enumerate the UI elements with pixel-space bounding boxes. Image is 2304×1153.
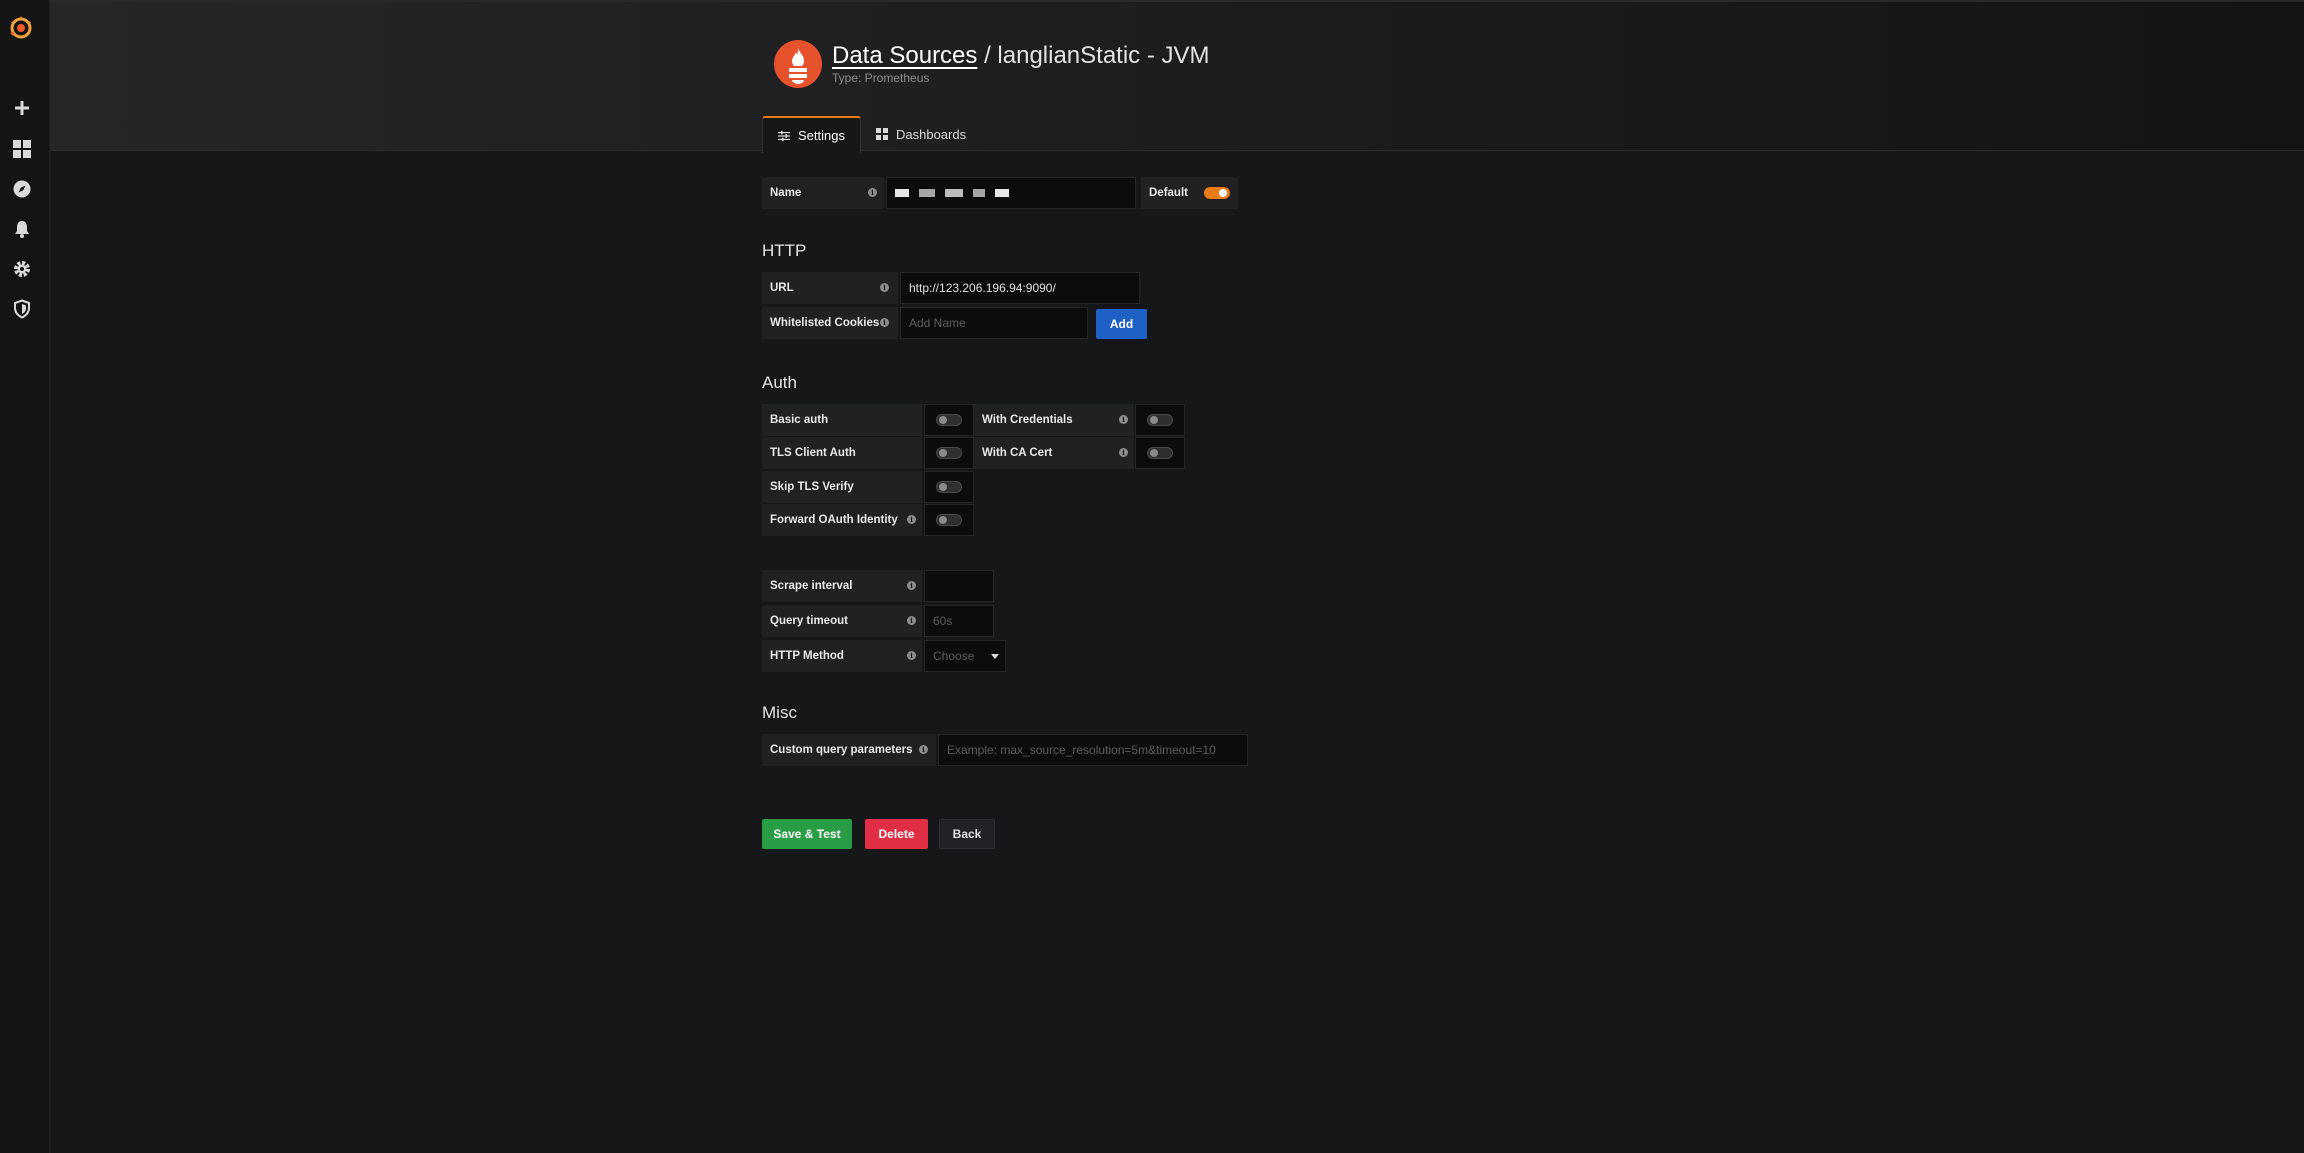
custom-query-parameters-label: Custom query parameters bbox=[762, 734, 936, 766]
info-icon[interactable]: i bbox=[907, 581, 916, 590]
basic-auth-toggle[interactable] bbox=[924, 404, 974, 436]
breadcrumb-data-sources[interactable]: Data Sources bbox=[832, 42, 977, 69]
info-icon[interactable]: i bbox=[880, 318, 889, 327]
skip-tls-verify-label: Skip TLS Verify bbox=[762, 471, 922, 503]
explore-icon[interactable] bbox=[10, 177, 34, 201]
add-cookie-button[interactable]: Add bbox=[1096, 309, 1147, 339]
tab-settings[interactable]: Settings bbox=[762, 116, 861, 153]
sidebar bbox=[0, 0, 50, 1153]
url-label: URL bbox=[762, 272, 898, 304]
default-switch[interactable] bbox=[1204, 187, 1230, 199]
tab-dashboards-label: Dashboards bbox=[895, 126, 967, 142]
misc-section-title: Misc bbox=[762, 703, 797, 722]
basic-auth-label: Basic auth bbox=[762, 404, 922, 436]
tls-client-auth-label: TLS Client Auth bbox=[762, 437, 922, 469]
dashboards-icon[interactable] bbox=[10, 137, 34, 161]
whitelisted-cookies-label: Whitelisted Cookies bbox=[762, 307, 898, 339]
tab-settings-label: Settings bbox=[798, 128, 845, 143]
bell-icon[interactable] bbox=[10, 217, 34, 241]
plus-icon[interactable] bbox=[10, 96, 34, 120]
page-title: Data Sources / langlianStatic - JVM bbox=[832, 42, 1210, 70]
skip-tls-verify-switch[interactable] bbox=[936, 481, 962, 493]
name-input[interactable] bbox=[886, 177, 1136, 209]
auth-section-title: Auth bbox=[762, 373, 797, 392]
scrape-interval-input[interactable] bbox=[924, 570, 994, 602]
info-icon[interactable]: i bbox=[880, 283, 889, 292]
skip-tls-verify-toggle[interactable] bbox=[924, 471, 974, 503]
save-and-test-button[interactable]: Save & Test bbox=[762, 819, 852, 849]
back-button[interactable]: Back bbox=[939, 819, 995, 849]
grid-icon bbox=[875, 128, 888, 140]
tls-client-auth-switch[interactable] bbox=[936, 447, 962, 459]
prometheus-logo-icon bbox=[774, 40, 822, 88]
info-icon[interactable]: i bbox=[907, 515, 916, 524]
cookie-name-input[interactable]: Add Name bbox=[900, 307, 1088, 339]
datasource-type: Type: Prometheus bbox=[832, 71, 930, 85]
url-input[interactable]: http://123.206.196.94:9090/ bbox=[900, 272, 1140, 304]
forward-oauth-label: Forward OAuth Identity bbox=[762, 504, 922, 536]
with-ca-cert-switch[interactable] bbox=[1147, 447, 1173, 459]
tls-client-auth-toggle[interactable] bbox=[924, 437, 974, 469]
http-section-title: HTTP bbox=[762, 241, 807, 260]
name-label: Name bbox=[762, 177, 884, 209]
info-icon[interactable]: i bbox=[868, 188, 877, 197]
info-icon[interactable]: i bbox=[1119, 415, 1128, 424]
sliders-icon bbox=[778, 130, 790, 141]
with-ca-cert-label: With CA Cert bbox=[974, 437, 1134, 469]
basic-auth-switch[interactable] bbox=[936, 414, 962, 426]
query-timeout-label: Query timeout bbox=[762, 605, 922, 637]
info-icon[interactable]: i bbox=[907, 651, 916, 660]
query-timeout-input[interactable]: 60s bbox=[924, 605, 994, 637]
info-icon[interactable]: i bbox=[907, 616, 916, 625]
tab-bar: Settings Dashboards bbox=[762, 116, 981, 153]
forward-oauth-toggle[interactable] bbox=[924, 504, 974, 536]
page-header bbox=[50, 0, 2304, 151]
chevron-down-icon bbox=[991, 654, 999, 659]
default-label: Default bbox=[1141, 177, 1200, 209]
default-toggle[interactable] bbox=[1196, 177, 1238, 209]
custom-query-parameters-input[interactable]: Example: max_source_resolution=5m&timeou… bbox=[938, 734, 1248, 766]
forward-oauth-switch[interactable] bbox=[936, 514, 962, 526]
shield-icon[interactable] bbox=[10, 297, 34, 321]
http-method-label: HTTP Method bbox=[762, 640, 922, 672]
tab-dashboards[interactable]: Dashboards bbox=[861, 116, 981, 152]
gear-icon[interactable] bbox=[10, 257, 34, 281]
scrape-interval-label: Scrape interval bbox=[762, 570, 922, 602]
info-icon[interactable]: i bbox=[1119, 448, 1128, 457]
grafana-logo-icon[interactable] bbox=[4, 12, 38, 42]
info-icon[interactable]: i bbox=[919, 745, 928, 754]
delete-button[interactable]: Delete bbox=[865, 819, 928, 849]
with-credentials-toggle[interactable] bbox=[1135, 404, 1185, 436]
datasource-name-title: langlianStatic - JVM bbox=[997, 42, 1210, 69]
with-credentials-label: With Credentials bbox=[974, 404, 1134, 436]
breadcrumb-separator: / bbox=[984, 42, 991, 69]
with-credentials-switch[interactable] bbox=[1147, 414, 1173, 426]
with-ca-cert-toggle[interactable] bbox=[1135, 437, 1185, 469]
